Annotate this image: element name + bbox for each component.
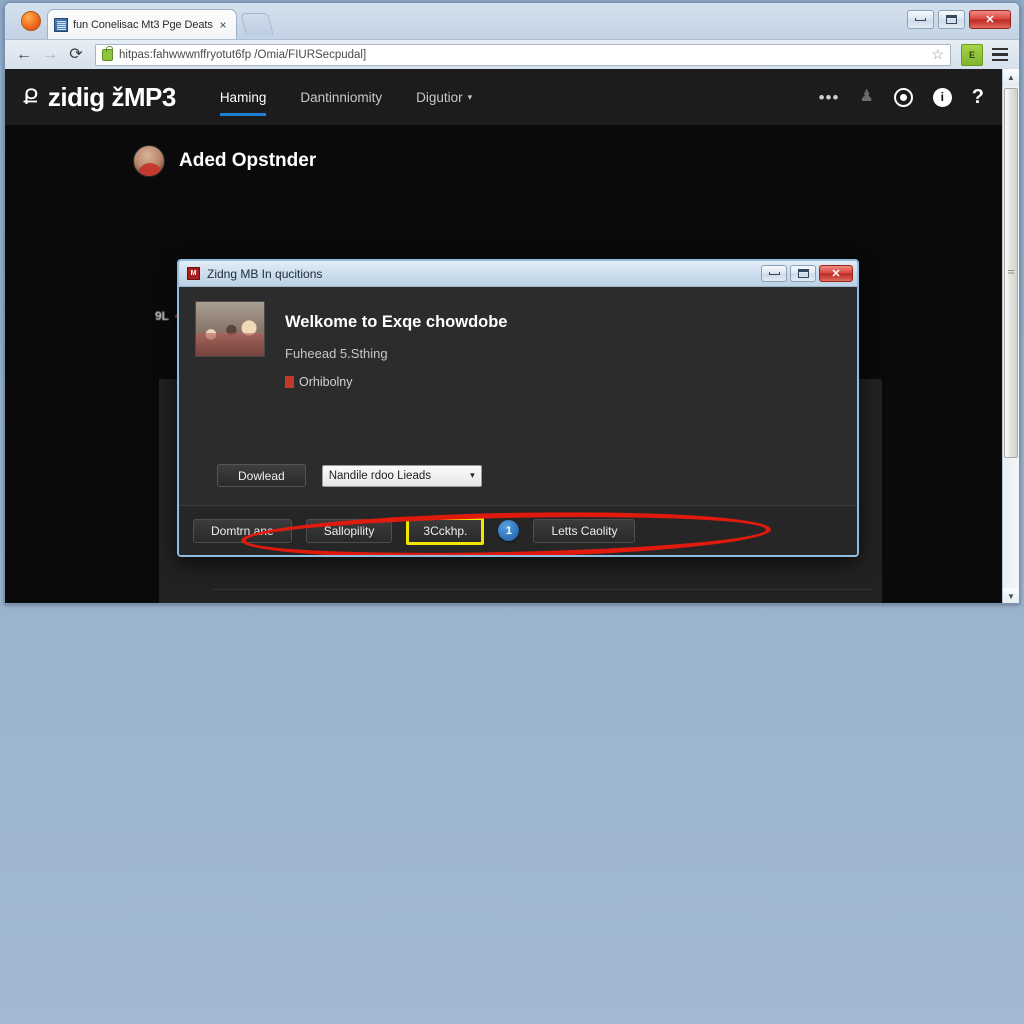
dialog-minimize-button[interactable] bbox=[761, 265, 787, 282]
lock-icon bbox=[102, 45, 113, 61]
browser-tab[interactable]: fun Conelisac Mt3 Pge Deats × bbox=[47, 9, 237, 39]
footer-button-domtrn-ane[interactable]: Domtrn ane bbox=[193, 518, 292, 543]
step-badge: 1 bbox=[498, 520, 520, 541]
user-name: Aded Opstnder bbox=[179, 150, 317, 171]
browser-window: fun Conelisac Mt3 Pge Deats × ✕ ← → ⟳ hi… bbox=[4, 2, 1020, 604]
header-actions: ••• ♟ i ? bbox=[819, 69, 984, 125]
warning-icon bbox=[285, 376, 294, 388]
reload-button[interactable]: ⟳ bbox=[63, 43, 89, 67]
nav-item-label: Haming bbox=[219, 89, 267, 105]
chevron-down-icon: ▾ bbox=[470, 470, 475, 480]
record-icon[interactable] bbox=[893, 87, 913, 107]
download-button[interactable]: Dowlead bbox=[217, 464, 306, 487]
dialog-text-block: Welkome to Exqe chowdobe Fuheead 5.Sthin… bbox=[285, 301, 841, 389]
forward-button[interactable]: → bbox=[37, 43, 63, 67]
site-nav: Haming Dantinniomity Digutior ▾ bbox=[219, 69, 472, 125]
window-controls: ✕ bbox=[907, 10, 1011, 29]
dialog-close-button[interactable]: ✕ bbox=[819, 265, 853, 282]
tab-title: fun Conelisac Mt3 Pge Deats bbox=[73, 18, 213, 31]
scrollbar-thumb[interactable] bbox=[1004, 88, 1018, 458]
dialog-title-bar[interactable]: M Zidng MB In qucitions ✕ bbox=[179, 261, 857, 287]
url-text: hitpas:fahwwwnffryotut6fp /Omia/FIURSecp… bbox=[119, 48, 367, 61]
nav-item-dantinniomity[interactable]: Dantinniomity bbox=[300, 69, 382, 125]
nav-item-digutior[interactable]: Digutior ▾ bbox=[416, 69, 472, 125]
scroll-up-arrow-icon[interactable]: ▲ bbox=[1003, 69, 1019, 86]
list-item[interactable]: » Buccest Quality Doconlqal bbox=[203, 590, 882, 603]
page-viewport: Ք zidig žMP3 Haming Dantinniomity Diguti… bbox=[5, 69, 1019, 603]
maximize-button[interactable] bbox=[938, 10, 965, 29]
dialog-app-icon: M bbox=[187, 267, 200, 280]
bookmark-star-icon[interactable]: ☆ bbox=[931, 46, 944, 63]
dialog-controls: Dowlead Nandile rdoo Lieads ▾ bbox=[217, 464, 482, 487]
nav-item-label: Digutior bbox=[416, 89, 463, 105]
dialog-heading: Welkome to Exqe chowdobe bbox=[285, 313, 508, 331]
avatar bbox=[133, 145, 165, 177]
firefox-logo-icon bbox=[21, 11, 41, 31]
nav-item-label: Dantinniomity bbox=[300, 89, 383, 105]
footer-button-3cckhp[interactable]: 3Cckhp. bbox=[406, 516, 485, 545]
site-brand[interactable]: Ք zidig žMP3 bbox=[23, 82, 176, 113]
scroll-down-arrow-icon[interactable]: ▼ bbox=[1003, 588, 1019, 603]
site-header: Ք zidig žMP3 Haming Dantinniomity Diguti… bbox=[5, 69, 1002, 125]
dialog-window-controls: ✕ bbox=[761, 265, 853, 282]
download-dialog: M Zidng MB In qucitions ✕ Welkome to Exq… bbox=[177, 259, 859, 557]
dialog-maximize-button[interactable] bbox=[790, 265, 816, 282]
help-icon[interactable]: ? bbox=[972, 87, 984, 107]
new-tab-button[interactable] bbox=[240, 13, 274, 35]
vertical-scrollbar[interactable]: ▲ ▼ bbox=[1002, 69, 1019, 603]
brand-logo-icon: Ք bbox=[23, 85, 39, 109]
quality-select[interactable]: Nandile rdoo Lieads ▾ bbox=[321, 464, 482, 487]
menu-icon[interactable] bbox=[987, 43, 1013, 67]
brand-title: zidig žMP3 bbox=[47, 81, 176, 112]
info-icon[interactable]: i bbox=[932, 87, 952, 107]
media-thumbnail bbox=[195, 301, 265, 357]
web-page: Ք zidig žMP3 Haming Dantinniomity Diguti… bbox=[5, 69, 1002, 603]
back-button[interactable]: ← bbox=[11, 43, 37, 67]
dialog-footer: Domtrn ane Sallopility 3Cckhp. 1 Letts C… bbox=[179, 505, 857, 555]
tab-favicon-icon bbox=[54, 17, 68, 32]
tab-close-icon[interactable]: × bbox=[216, 19, 230, 31]
dialog-note: Orhibolny bbox=[285, 375, 841, 389]
account-icon[interactable]: ♟ bbox=[859, 89, 873, 105]
close-button[interactable]: ✕ bbox=[969, 10, 1011, 29]
dialog-subtitle: Fuheead 5.Sthing bbox=[285, 346, 388, 361]
dialog-title: Zidng MB In qucitions bbox=[207, 266, 323, 281]
chevron-down-icon: ▾ bbox=[467, 91, 473, 102]
user-row: Aded Opstnder bbox=[5, 125, 1002, 177]
nav-item-haming[interactable]: Haming bbox=[219, 69, 267, 125]
tooltip-letts-caolity: Letts Caolity bbox=[533, 518, 636, 543]
minimize-button[interactable] bbox=[907, 10, 934, 29]
browser-toolbar: ← → ⟳ hitpas:fahwwwnffryotut6fp /Omia/FI… bbox=[5, 39, 1019, 69]
address-bar[interactable]: hitpas:fahwwwnffryotut6fp /Omia/FIURSecp… bbox=[95, 43, 951, 66]
quality-select-value: Nandile rdoo Lieads bbox=[328, 469, 431, 482]
more-options-icon[interactable]: ••• bbox=[819, 89, 840, 106]
tab-strip: fun Conelisac Mt3 Pge Deats × ✕ bbox=[5, 3, 1019, 39]
footer-button-sallopility[interactable]: Sallopility bbox=[305, 518, 393, 543]
dialog-content: Welkome to Exqe chowdobe Fuheead 5.Sthin… bbox=[195, 301, 841, 389]
extension-icon[interactable]: E bbox=[961, 43, 983, 66]
dialog-body: Welkome to Exqe chowdobe Fuheead 5.Sthin… bbox=[179, 287, 857, 505]
dialog-note-label: Orhibolny bbox=[299, 375, 353, 389]
